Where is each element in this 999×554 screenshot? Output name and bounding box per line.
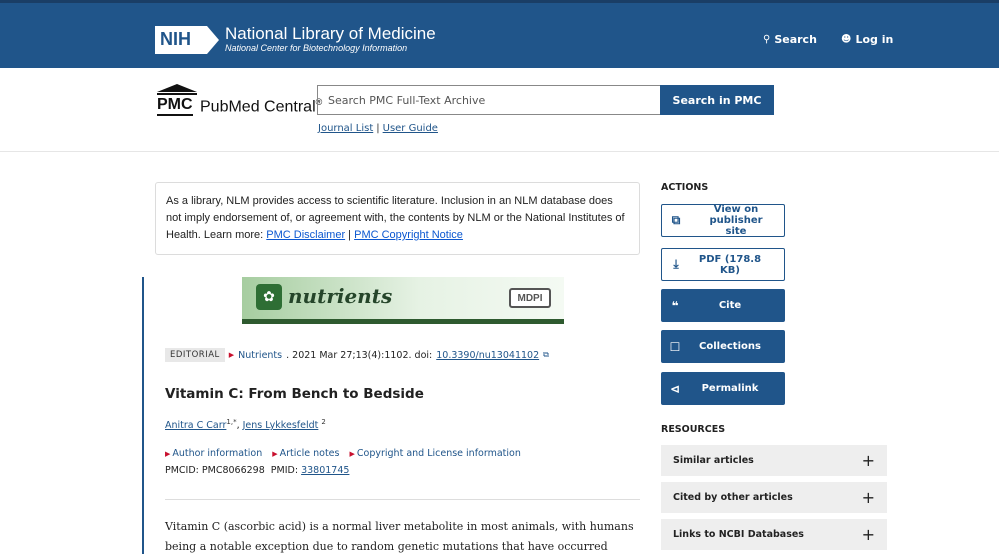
nutrients-leaf-icon: ✿ bbox=[256, 284, 282, 310]
nih-logo-box: NIH bbox=[155, 25, 219, 54]
pmc-copyright-link[interactable]: PMC Copyright Notice bbox=[354, 229, 463, 241]
mdpi-logo: MDPI bbox=[509, 288, 551, 308]
journal-banner-name: nutrients bbox=[288, 284, 393, 308]
article-accent-rule bbox=[142, 277, 144, 554]
download-icon: ⤓ bbox=[673, 257, 679, 271]
nlm-title: National Library of Medicine bbox=[225, 24, 436, 43]
plus-icon: + bbox=[861, 525, 875, 544]
pmc-letters: PMC bbox=[157, 96, 193, 116]
article-body-text: Vitamin C (ascorbic acid) is a normal li… bbox=[165, 520, 634, 553]
article-separator bbox=[165, 499, 640, 500]
external-link-icon: ⧉ bbox=[671, 213, 681, 227]
article-notes-toggle[interactable]: ▶ Article notes bbox=[272, 448, 339, 459]
article-meta-links: ▶ Author information ▶ Article notes ▶ Copy… bbox=[165, 448, 521, 459]
copyright-license-toggle[interactable]: ▶ Copyright and License information bbox=[349, 448, 520, 459]
external-link-icon: ⧉ bbox=[543, 350, 549, 359]
login-label: Log in bbox=[855, 33, 894, 46]
pdf-download-button[interactable]: ⤓ PDF (178.8 KB) bbox=[661, 248, 785, 281]
view-publisher-button[interactable]: ⧉ View on publisher site bbox=[661, 204, 785, 237]
similar-articles-accordion[interactable]: Similar articles + bbox=[661, 445, 887, 476]
pmc-search-input[interactable]: Search PMC Full-Text Archive bbox=[317, 85, 661, 115]
bookmark-icon: ☐ bbox=[669, 339, 681, 354]
journal-banner[interactable]: ✿ nutrients MDPI bbox=[242, 277, 564, 324]
article-type-tag: EDITORIAL bbox=[165, 348, 225, 362]
triangle-right-icon: ▶ bbox=[272, 450, 278, 458]
header-search-button[interactable]: ⚲ Search bbox=[763, 33, 817, 46]
author-information-toggle[interactable]: ▶ Author information bbox=[165, 448, 262, 459]
nlm-subtitle: National Center for Biotechnology Inform… bbox=[225, 43, 408, 53]
site-header: NIH National Library of Medicine Nationa… bbox=[0, 0, 999, 68]
search-in-pmc-button[interactable]: Search in PMC bbox=[660, 85, 774, 115]
header-divider bbox=[0, 151, 999, 152]
user-guide-link[interactable]: User Guide bbox=[383, 123, 438, 134]
permalink-button[interactable]: ⊲ Permalink bbox=[661, 372, 785, 405]
article-ids: PMCID: PMC8066298 PMID: 33801745 bbox=[165, 465, 350, 476]
ncbi-databases-accordion[interactable]: Links to NCBI Databases + bbox=[661, 519, 887, 550]
nlm-logo[interactable]: NIH National Library of Medicine Nationa… bbox=[155, 25, 436, 54]
share-icon: ⊲ bbox=[669, 381, 681, 396]
cited-by-accordion[interactable]: Cited by other articles + bbox=[661, 482, 887, 513]
plus-icon: + bbox=[861, 488, 875, 507]
pmc-disclaimer-link[interactable]: PMC Disclaimer bbox=[266, 229, 345, 241]
author-list: Anitra C Carr1,*, Jens Lykkesfeldt 2 bbox=[165, 418, 326, 432]
author-link[interactable]: Anitra C Carr bbox=[165, 420, 226, 431]
quote-icon: ❝ bbox=[671, 298, 679, 313]
pmc-building-icon: PMC bbox=[157, 84, 197, 116]
citation-line: EDITORIAL ▶ Nutrients. 2021 Mar 27;13(4)… bbox=[165, 348, 549, 362]
plus-icon: + bbox=[861, 451, 875, 470]
triangle-right-icon: ▶ bbox=[165, 450, 171, 458]
pmc-sublinks: Journal List | User Guide bbox=[318, 123, 438, 134]
doi-link[interactable]: 10.3390/nu13041102 bbox=[436, 350, 539, 361]
triangle-right-icon: ▶ bbox=[349, 450, 355, 458]
nlm-disclaimer-notice: As a library, NLM provides access to sci… bbox=[155, 182, 640, 255]
author-link[interactable]: Jens Lykkesfeldt bbox=[243, 420, 319, 431]
pmc-logo[interactable]: PMC PubMed Central® bbox=[157, 84, 322, 116]
header-search-label: Search bbox=[774, 33, 817, 46]
article-title: Vitamin C: From Bench to Bedside bbox=[165, 386, 424, 402]
triangle-right-icon: ▶ bbox=[228, 351, 235, 359]
pmid-link[interactable]: 33801745 bbox=[301, 465, 349, 476]
collections-button[interactable]: ☐ Collections bbox=[661, 330, 785, 363]
actions-heading: ACTIONS bbox=[661, 182, 709, 193]
user-icon: ☻ bbox=[841, 34, 852, 45]
search-icon: ⚲ bbox=[763, 34, 771, 45]
pmc-name: PubMed Central® bbox=[200, 96, 323, 115]
resources-heading: RESOURCES bbox=[661, 424, 726, 435]
login-button[interactable]: ☻ Log in bbox=[841, 33, 893, 46]
cite-button[interactable]: ❝ Cite bbox=[661, 289, 785, 322]
journal-list-link[interactable]: Journal List bbox=[318, 123, 373, 134]
journal-link[interactable]: Nutrients bbox=[238, 350, 282, 361]
